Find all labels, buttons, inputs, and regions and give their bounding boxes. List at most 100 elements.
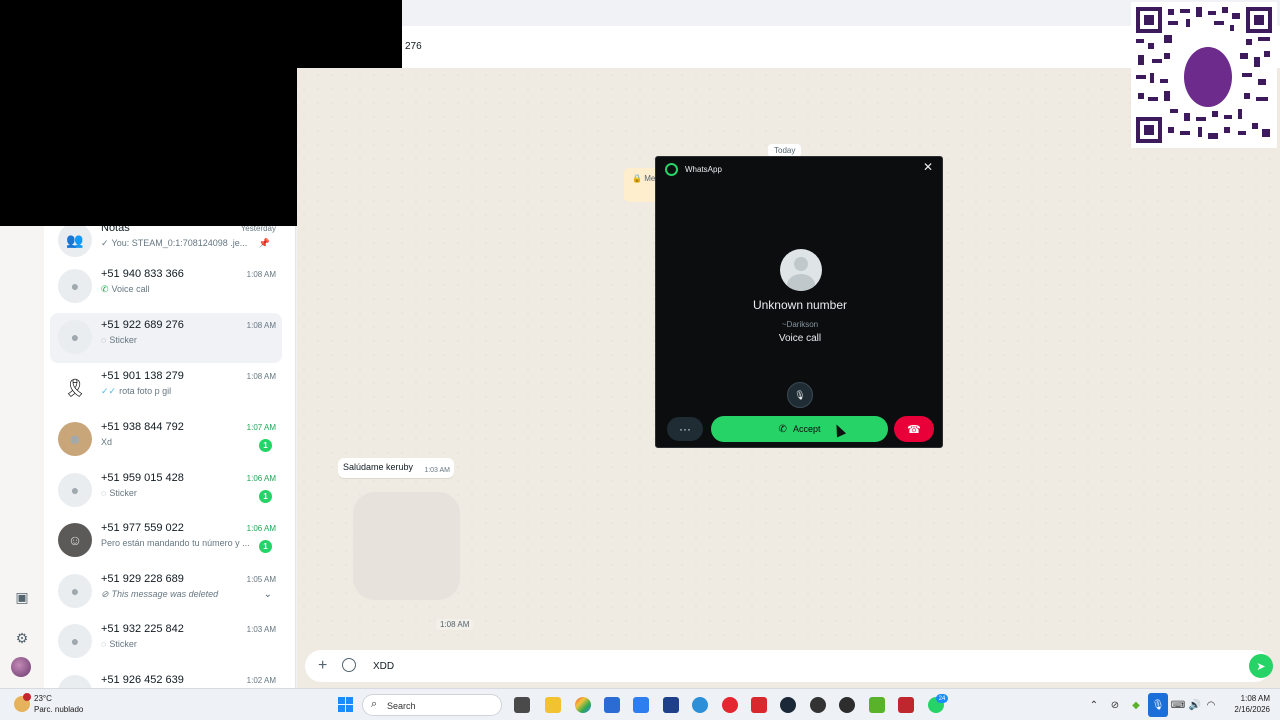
weather-alert-badge [23,693,31,701]
sticker-placeholder[interactable] [353,492,460,600]
dropbox-icon[interactable] [633,697,649,713]
chat-row[interactable]: ● +51 959 015 428 1:06 AM ◌ Sticker 1 [50,466,282,516]
accept-call-button[interactable]: ✆ Accept [711,416,888,442]
chat-name: +51 959 015 428 [101,472,184,484]
cartoon-avatar-icon: ☻ [58,422,92,456]
clock-date[interactable]: 2/16/2026 [1222,705,1270,714]
steam-icon[interactable] [780,697,796,713]
chat-preview: ◌ Sticker [101,639,137,649]
chat-name: +51 938 844 792 [101,421,184,433]
unread-badge: 1 [259,439,272,452]
nvidia-icon[interactable] [869,697,885,713]
chat-time: 1:03 AM [246,625,276,634]
emoji-icon[interactable] [342,658,356,672]
chat-time: 1:02 AM [246,676,276,685]
chat-preview: ◌ Sticker [101,488,137,498]
opera-icon[interactable] [722,697,738,713]
volume-icon[interactable]: 🔊 [1189,699,1201,711]
caller-alias: ~Darikson [781,320,819,329]
default-avatar-icon: ● [58,624,92,658]
weather-temperature: 23°C [34,694,52,703]
outlook-icon[interactable] [692,697,708,713]
unread-badge: 1 [259,540,272,553]
conversation-title: 276 [405,41,422,52]
chrome-icon[interactable] [575,697,591,713]
yape-logo-icon [1183,46,1231,104]
sticker-icon: ◌ [101,639,107,649]
clock-time[interactable]: 1:08 AM [1222,694,1270,703]
chat-name: +51 922 689 276 [101,319,184,331]
chat-time: 1:08 AM [246,321,276,330]
settings-gear-icon[interactable]: ⚙ [13,629,31,647]
windows-start-icon[interactable] [338,697,353,712]
windows-taskbar: 23°C Parc. nublado ⌕ Search 24 ⌃ ⊘ ◆ 🎙 ⌨… [0,688,1280,720]
store-icon[interactable] [604,697,620,713]
chat-name: +51 929 228 689 [101,573,184,585]
default-avatar-icon: ● [58,574,92,608]
chat-row[interactable]: ● +51 932 225 842 1:03 AM ◌ Sticker [50,617,282,667]
attach-plus-icon[interactable]: + [318,657,327,675]
search-label: Search [387,701,416,711]
game-launcher-icon[interactable] [810,697,826,713]
message-input-box[interactable]: + XDD ➤ [305,650,1273,682]
search-icon: ⌕ [371,698,378,710]
photo-avatar-icon: ☺ [58,523,92,557]
chat-preview: Pero están mandando tu número y ... [101,538,250,548]
unread-badge: 1 [259,490,272,503]
whatsapp-unread-badge: 24 [936,694,948,703]
check-icon: ✓ [101,238,109,248]
wps-icon[interactable] [751,697,767,713]
ribbon-avatar-icon: 🎗 [58,371,92,405]
network-off-icon[interactable]: ⊘ [1109,699,1121,711]
decline-call-button[interactable]: ☎ [894,416,934,442]
default-avatar-icon: ● [58,320,92,354]
chat-row[interactable]: ☺ +51 977 559 022 1:06 AM Pero están man… [50,516,282,566]
chat-row-selected[interactable]: ● +51 922 689 276 1:08 AM ◌ Sticker [50,313,282,363]
photoshop-icon[interactable] [663,697,679,713]
chat-time: 1:06 AM [246,524,276,533]
phone-icon: ✆ [778,423,787,435]
chat-preview: ✓✓ rota foto p gil [101,386,172,396]
call-type: Voice call [778,333,822,344]
close-icon[interactable]: ✕ [923,160,933,174]
default-avatar-icon: ● [58,473,92,507]
more-options-button[interactable]: ··· [667,417,703,441]
message-input[interactable]: XDD [373,661,394,672]
tool-icon[interactable] [898,697,914,713]
chat-time: 1:07 AM [246,423,276,432]
chevron-down-icon[interactable]: ⌄ [264,589,272,600]
message-bubble[interactable]: Salúdame keruby 1:03 AM [338,458,454,478]
caller-avatar [780,249,822,291]
incoming-call-popup: WhatsApp ✕ Unknown number ~Darikson Voic… [655,156,943,448]
nvidia-tray-icon[interactable]: ◆ [1130,699,1142,711]
obs-icon[interactable] [839,697,855,713]
chat-row[interactable]: ● +51 929 228 689 1:05 AM ⊘ This message … [50,567,282,617]
taskbar-search[interactable]: ⌕ Search [362,694,502,716]
phone-icon: ✆ [101,284,109,294]
accept-label: Accept [792,424,821,434]
chat-row[interactable]: 🎗 +51 901 138 279 1:08 AM ✓✓ rota foto p … [50,364,282,414]
folder-icon[interactable] [545,697,561,713]
profile-avatar[interactable] [11,657,31,677]
yape-qr-code [1131,2,1277,148]
caller-name: Unknown number [752,298,848,312]
chat-name: +51 901 138 279 [101,370,184,382]
chat-row[interactable]: ● +51 926 452 639 1:02 AM [50,668,282,688]
deleted-icon: ⊘ [101,589,109,599]
group-avatar-icon: 👥 [58,223,92,257]
sticker-time: 1:08 AM [436,619,474,630]
keyboard-icon[interactable]: ⌨ [1171,699,1185,711]
media-icon[interactable]: ▣ [13,588,31,606]
chat-time: 1:08 AM [246,372,276,381]
chat-name: +51 926 452 639 [101,674,184,686]
sticker-icon: ◌ [101,335,107,345]
wifi-icon[interactable]: ◠ [1205,699,1217,711]
tray-chevron-up-icon[interactable]: ⌃ [1088,699,1100,711]
send-button[interactable]: ➤ [1249,654,1273,678]
file-icon[interactable] [514,697,530,713]
microphone-icon[interactable]: 🎙 [787,382,813,408]
microphone-tray-icon[interactable]: 🎙 [1148,693,1168,717]
sticker-icon: ◌ [101,488,107,498]
chat-row[interactable]: ☻ +51 938 844 792 1:07 AM Xd 1 [50,415,282,465]
chat-row[interactable]: ● +51 940 833 366 1:08 AM ✆ Voice call [50,262,282,312]
